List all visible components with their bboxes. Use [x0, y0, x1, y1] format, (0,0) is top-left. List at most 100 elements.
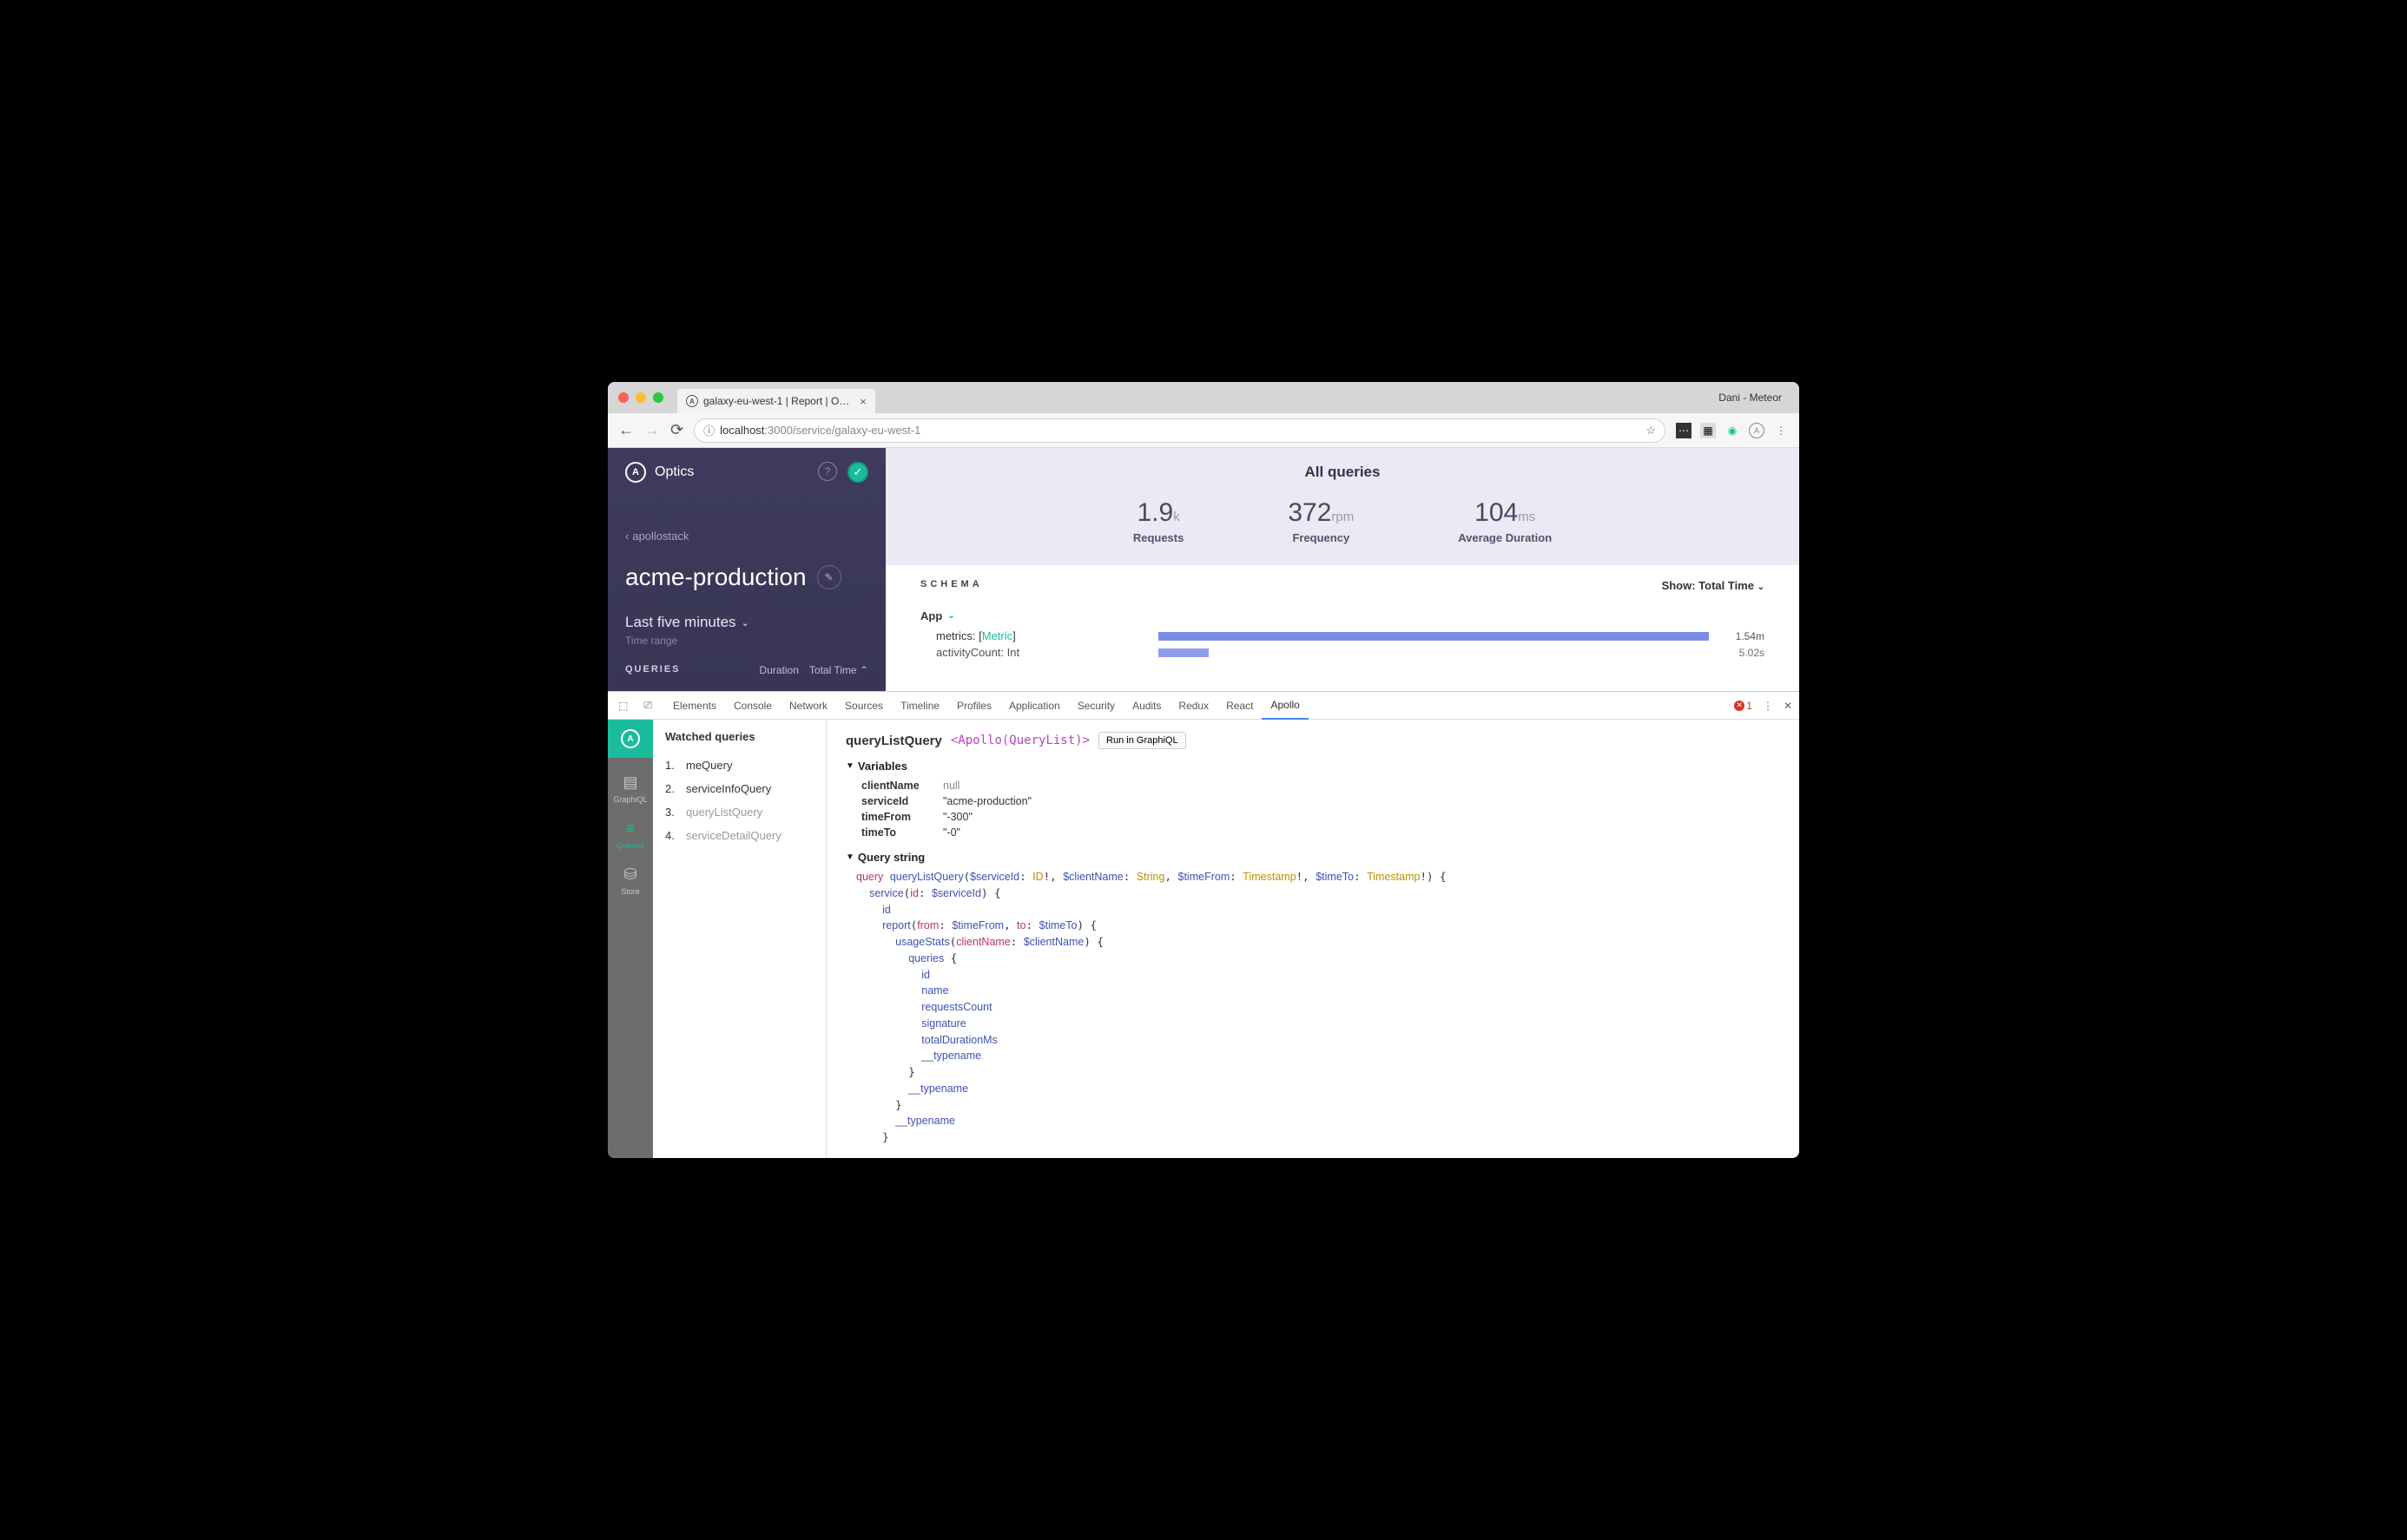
tab-profiles[interactable]: Profiles	[948, 692, 1000, 720]
stat-unit: rpm	[1331, 510, 1354, 524]
tab-elements[interactable]: Elements	[664, 692, 725, 720]
tab-timeline[interactable]: Timeline	[892, 692, 948, 720]
variables-toggle[interactable]: ▼Variables	[846, 760, 1780, 773]
stat-duration: 104ms Average Duration	[1458, 498, 1552, 544]
field-time: 1.54m	[1721, 630, 1764, 642]
stat-label: Frequency	[1288, 531, 1354, 544]
rail-label: Queries	[617, 841, 644, 850]
duration-label: Duration	[760, 664, 799, 676]
device-toolbar-icon[interactable]: ⎚	[640, 699, 656, 712]
browser-tab[interactable]: A galaxy-eu-west-1 | Report | O… ×	[677, 389, 875, 413]
rail-store[interactable]: ⛁ Store	[621, 865, 640, 896]
minimize-window-icon[interactable]	[636, 392, 646, 403]
chevron-up-icon: ⌃	[860, 664, 868, 676]
extension-icons: ⋯ ▦ ◉ A ⋮	[1676, 423, 1789, 438]
query-list-item[interactable]: 4.serviceDetailQuery	[665, 824, 814, 847]
close-window-icon[interactable]	[618, 392, 629, 403]
error-dot-icon: ✕	[1734, 701, 1744, 711]
status-ok-icon[interactable]: ✓	[847, 462, 868, 483]
rail-queries[interactable]: ≡ Queries	[617, 819, 644, 850]
query-name: serviceInfoQuery	[686, 782, 771, 795]
query-name: queryListQuery	[686, 806, 762, 819]
extension-icon[interactable]: ◉	[1724, 423, 1740, 438]
tab-application[interactable]: Application	[1000, 692, 1069, 720]
query-list-item[interactable]: 3.queryListQuery	[665, 800, 814, 824]
stat-value: 104	[1474, 498, 1518, 527]
query-list-item[interactable]: 1.meQuery	[665, 754, 814, 777]
schema-type[interactable]: App ⌄	[920, 604, 1764, 628]
tab-security[interactable]: Security	[1069, 692, 1124, 720]
timerange-label: Time range	[625, 635, 868, 647]
query-string-toggle[interactable]: ▼Query string	[846, 851, 1780, 864]
brand[interactable]: A Optics	[625, 462, 694, 483]
devtools-menu-icon[interactable]: ⋮	[1763, 700, 1773, 712]
breadcrumb-item: apollostack	[632, 530, 689, 543]
tab-sources[interactable]: Sources	[836, 692, 892, 720]
maximize-window-icon[interactable]	[653, 392, 663, 403]
edit-icon[interactable]: ✎	[817, 565, 841, 589]
url-port: :3000	[764, 424, 793, 437]
type-name: App	[920, 609, 942, 622]
inspect-icon[interactable]: ⬚	[615, 700, 631, 712]
service-title: acme-production ✎	[625, 563, 868, 591]
show-selector[interactable]: Show: Total Time ⌄	[1662, 579, 1764, 592]
forward-button[interactable]: →	[644, 421, 660, 439]
chrome-top: A galaxy-eu-west-1 | Report | O… × Dani …	[608, 382, 1799, 448]
rail-label: Store	[621, 887, 640, 896]
variable-row: serviceId"acme-production"	[861, 793, 1780, 809]
tab-title: galaxy-eu-west-1 | Report | O…	[703, 395, 849, 407]
query-list-item[interactable]: 2.serviceInfoQuery	[665, 777, 814, 800]
back-button[interactable]: ←	[618, 421, 634, 439]
window-controls[interactable]	[618, 392, 663, 403]
address-bar[interactable]: ⓘ localhost:3000/service/galaxy-eu-west-…	[694, 418, 1665, 443]
tab-react[interactable]: React	[1217, 692, 1262, 720]
devtools-body: A ▤ GraphiQL ≡ Queries ⛁ Store Watched q…	[608, 720, 1799, 1158]
tab-audits[interactable]: Audits	[1124, 692, 1170, 720]
sort-selector[interactable]: Total Time ⌃	[809, 664, 868, 676]
apollo-logo[interactable]: A	[608, 720, 653, 758]
chrome-tab-strip: A galaxy-eu-west-1 | Report | O… × Dani …	[608, 382, 1799, 413]
timerange-selector[interactable]: Last five minutes ⌄	[625, 614, 868, 631]
stat-value: 372	[1288, 498, 1331, 527]
variable-row: clientNamenull	[861, 778, 1780, 793]
close-tab-icon[interactable]: ×	[860, 395, 867, 408]
chrome-toolbar: ← → ⟳ ⓘ localhost:3000/service/galaxy-eu…	[608, 413, 1799, 448]
chevron-down-icon: ⌄	[947, 611, 954, 621]
rail-graphiql[interactable]: ▤ GraphiQL	[613, 773, 647, 804]
field-name: activityCount	[936, 646, 1000, 659]
section-label: Variables	[858, 760, 907, 773]
close-devtools-icon[interactable]: ✕	[1784, 700, 1792, 712]
schema-label: SCHEMA	[920, 579, 983, 592]
extension-icon[interactable]: ⋯	[1676, 423, 1691, 438]
main-header: All queries 1.9k Requests 372rpm Frequen…	[886, 448, 1799, 565]
timerange-value: Last five minutes	[625, 614, 736, 631]
error-badge[interactable]: ✕1	[1734, 700, 1752, 712]
reload-button[interactable]: ⟳	[670, 421, 683, 439]
extension-icon[interactable]: ▦	[1700, 423, 1716, 438]
stats-row: 1.9k Requests 372rpm Frequency 104ms Ave…	[886, 481, 1799, 565]
brand-logo-icon: A	[625, 462, 646, 483]
tab-redux[interactable]: Redux	[1170, 692, 1217, 720]
tab-console[interactable]: Console	[725, 692, 781, 720]
help-icon[interactable]: ?	[818, 462, 837, 481]
query-name: meQuery	[686, 759, 732, 772]
var-value: null	[943, 780, 960, 792]
run-in-graphiql-button[interactable]: Run in GraphiQL	[1098, 732, 1186, 749]
bookmark-star-icon[interactable]: ☆	[1645, 424, 1656, 438]
extension-icon[interactable]: A	[1749, 423, 1764, 438]
field-time: 5.02s	[1721, 647, 1764, 659]
schema-field[interactable]: metrics: [Metric] 1.54m	[920, 628, 1764, 644]
page-title: All queries	[886, 464, 1799, 481]
tab-network[interactable]: Network	[781, 692, 836, 720]
main-content: All queries 1.9k Requests 372rpm Frequen…	[886, 448, 1799, 691]
queries-label: QUERIES	[625, 664, 681, 676]
tab-apollo[interactable]: Apollo	[1262, 692, 1308, 720]
query-name: serviceDetailQuery	[686, 829, 781, 842]
var-value: "acme-production"	[943, 795, 1032, 807]
browser-profile[interactable]: Dani - Meteor	[1718, 392, 1789, 404]
var-key: serviceId	[861, 795, 943, 807]
chrome-menu-icon[interactable]: ⋮	[1773, 423, 1789, 438]
breadcrumb[interactable]: ‹ apollostack	[625, 530, 868, 543]
site-info-icon[interactable]: ⓘ	[703, 422, 715, 438]
schema-field[interactable]: activityCount: Int 5.02s	[920, 644, 1764, 661]
